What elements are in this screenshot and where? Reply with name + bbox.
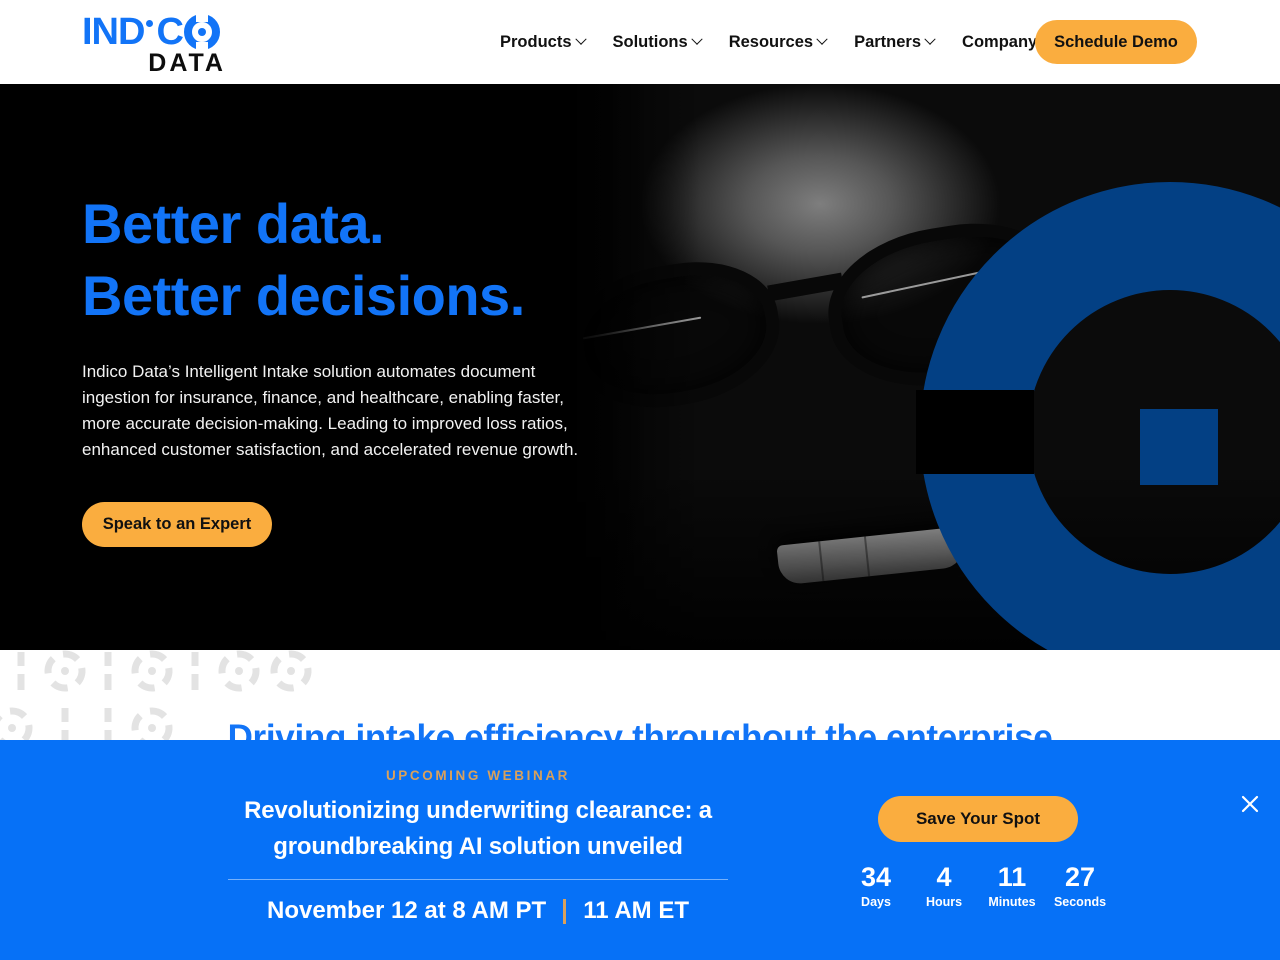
hero-heading-line-2: Better decisions. [82, 264, 525, 327]
webinar-title: Revolutionizing underwriting clearance: … [244, 797, 712, 860]
nav-label: Resources [728, 32, 814, 51]
countdown-value: 27 [1064, 862, 1096, 892]
countdown-value: 34 [860, 862, 892, 892]
webinar-kicker: UPCOMING WEBINAR [385, 768, 571, 783]
i-dot-icon [146, 19, 154, 27]
nav-item-products[interactable]: Products [500, 32, 587, 52]
webinar-actions: Save Your Spot 34 Days 4 Hours 11 Minute… [838, 796, 1118, 909]
date-separator-icon [563, 898, 567, 924]
speak-to-an-expert-button[interactable]: Speak to an Expert [82, 502, 272, 547]
webinar-date: November 12 at 8 AM PT 11 AM ET [180, 897, 776, 925]
webinar-date-primary: November 12 at 8 AM PT [266, 897, 547, 924]
hero-heading: Better data. Better decisions. [82, 188, 612, 332]
schedule-demo-button[interactable]: Schedule Demo [1035, 20, 1197, 64]
webinar-date-secondary: 11 AM ET [583, 897, 689, 924]
close-icon-glyph [1241, 795, 1259, 813]
countdown-seconds: 27 Seconds [1046, 862, 1114, 909]
countdown-label: Hours [925, 895, 963, 909]
site-header: IND C DATA Products Solutions Resources … [0, 0, 1280, 84]
indico-square-graphic [1140, 409, 1218, 485]
indico-data-logo[interactable]: IND C DATA [82, 13, 228, 77]
chevron-down-icon [924, 33, 936, 45]
hero-content: Better data. Better decisions. Indico Da… [82, 188, 612, 547]
divider [228, 879, 728, 880]
nav-label: Products [500, 32, 572, 51]
logo-word-part2: C [156, 11, 183, 53]
logo-wordmark: IND C [82, 13, 228, 51]
countdown-days: 34 Days [842, 862, 910, 909]
chevron-down-icon [574, 33, 587, 45]
webinar-banner: UPCOMING WEBINAR Revolutionizing underwr… [0, 740, 1280, 960]
logo-word-part1: IND [82, 11, 145, 53]
countdown-value: 11 [997, 862, 1027, 892]
main-navigation: Products Solutions Resources Partners Co… [500, 0, 1052, 84]
countdown-value: 4 [936, 862, 952, 892]
nav-item-solutions[interactable]: Solutions [612, 32, 703, 52]
nav-label: Solutions [612, 32, 688, 51]
countdown-timer: 34 Days 4 Hours 11 Minutes 27 Seconds [838, 862, 1118, 909]
chevron-down-icon [691, 33, 703, 45]
hero-heading-line-1: Better data. [82, 192, 385, 255]
indico-c-mark-graphic [916, 182, 1280, 650]
chevron-down-icon [816, 33, 828, 45]
webinar-info: UPCOMING WEBINAR Revolutionizing underwr… [180, 768, 776, 925]
logo-subtitle: DATA [148, 49, 226, 77]
countdown-minutes: 11 Minutes [978, 862, 1046, 909]
hero-section: Better data. Better decisions. Indico Da… [0, 84, 1280, 650]
nav-label: Partners [854, 32, 922, 51]
nav-item-resources[interactable]: Resources [728, 32, 828, 52]
nav-item-partners[interactable]: Partners [854, 32, 936, 52]
countdown-label: Minutes [988, 895, 1036, 909]
close-icon[interactable] [1236, 790, 1264, 818]
target-o-icon [183, 13, 220, 51]
hero-paragraph: Indico Data’s Intelligent Intake solutio… [82, 362, 579, 459]
nav-label: Company [962, 32, 1038, 51]
countdown-hours: 4 Hours [910, 862, 978, 909]
save-your-spot-button[interactable]: Save Your Spot [878, 796, 1078, 842]
countdown-label: Days [861, 895, 891, 909]
countdown-label: Seconds [1053, 895, 1107, 909]
